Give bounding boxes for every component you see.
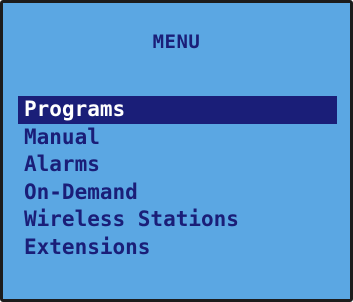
menu-item-alarms[interactable]: Alarms xyxy=(18,151,337,179)
menu-item-on-demand[interactable]: On-Demand xyxy=(18,179,337,207)
menu-screen: MENU Programs Manual Alarms On-Demand Wi… xyxy=(0,0,353,302)
menu-item-extensions[interactable]: Extensions xyxy=(18,234,337,262)
menu-title: MENU xyxy=(152,31,201,53)
menu-item-manual[interactable]: Manual xyxy=(18,124,337,152)
menu-list: Programs Manual Alarms On-Demand Wireles… xyxy=(18,96,337,262)
menu-item-wireless-stations[interactable]: Wireless Stations xyxy=(18,206,337,234)
menu-item-programs[interactable]: Programs xyxy=(18,96,337,124)
